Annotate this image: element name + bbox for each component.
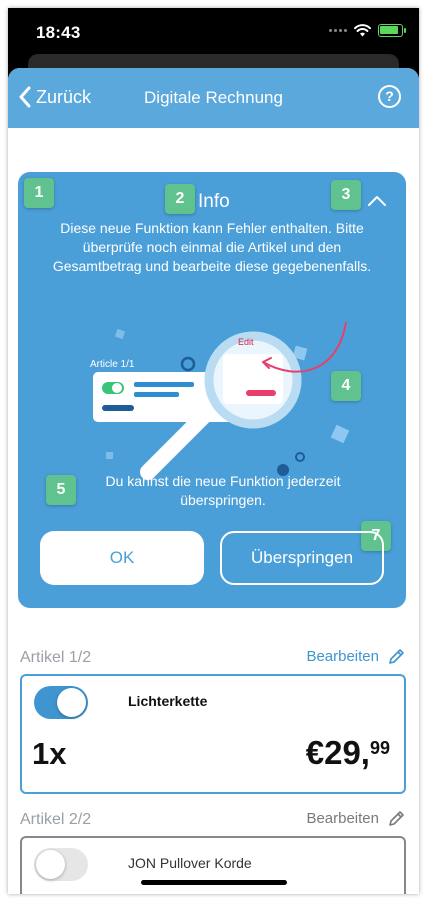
article-1-label: Artikel 1/2	[20, 649, 92, 666]
article-2-edit-button[interactable]: Bearbeiten	[306, 809, 406, 828]
article-1-quantity: 1x	[32, 736, 67, 771]
magnifier-illustration: Article 1/1 Edit	[90, 321, 350, 480]
device-screen: 18:43 Zurück Digitale Rechnung ? 1 2 3 4…	[8, 8, 419, 894]
article-1-edit-button[interactable]: Bearbeiten	[306, 647, 406, 666]
info-card: 1 2 3 4 5 6 7 Info Diese neue Funktion k…	[18, 172, 406, 608]
article-2-header: Artikel 2/2 Bearbeiten	[20, 809, 406, 831]
question-circle-icon[interactable]: ?	[378, 85, 401, 108]
article-2-card: JON Pullover Korde	[20, 836, 406, 894]
home-indicator[interactable]	[141, 880, 287, 885]
status-bar: 18:43	[8, 8, 419, 60]
battery-charging-icon	[378, 24, 406, 37]
price-main: €29,	[305, 734, 370, 771]
chevron-up-icon[interactable]	[366, 190, 388, 212]
ok-button[interactable]: OK	[40, 531, 204, 585]
tutorial-badge-5: 5	[46, 475, 76, 505]
illustration-article-label: Article 1/1	[90, 359, 135, 370]
tutorial-badge-1: 1	[24, 178, 54, 208]
tutorial-badge-2: 2	[165, 184, 195, 214]
article-2-name: JON Pullover Korde	[128, 855, 252, 871]
skip-hint-text: Du kannst die neue Funktion jederzeit üb…	[105, 473, 341, 508]
cellular-signal-icon	[329, 29, 347, 32]
status-time: 18:43	[36, 23, 81, 42]
wifi-icon	[354, 24, 371, 37]
article-1-card: Lichterkette 1x €29, 99	[20, 674, 406, 794]
tutorial-badge-3: 3	[331, 180, 361, 210]
price-cents: 99	[369, 738, 390, 758]
illustration-edit-label: Edit	[238, 337, 254, 347]
article-1-price: €29, 99	[306, 734, 390, 772]
article-2-label: Artikel 2/2	[20, 811, 92, 828]
pencil-icon	[389, 811, 404, 826]
info-title: Info	[198, 191, 230, 212]
navigation-bar: Zurück Digitale Rechnung ?	[8, 68, 419, 128]
info-description: Diese neue Funktion kann Fehler enthalte…	[52, 220, 372, 274]
modal-sheet: Zurück Digitale Rechnung ? 1 2 3 4 5 6 7…	[8, 68, 419, 894]
article-1-toggle[interactable]	[34, 686, 88, 719]
article-1-header: Artikel 1/2 Bearbeiten	[20, 647, 406, 669]
pencil-icon	[389, 649, 404, 664]
article-1-name: Lichterkette	[128, 693, 208, 709]
page-title: Digitale Rechnung	[144, 88, 283, 107]
status-icons	[329, 24, 406, 37]
article-2-toggle[interactable]	[34, 848, 88, 881]
edit-label: Bearbeiten	[306, 810, 379, 827]
skip-button[interactable]: Überspringen	[220, 531, 384, 585]
edit-label: Bearbeiten	[306, 648, 379, 665]
